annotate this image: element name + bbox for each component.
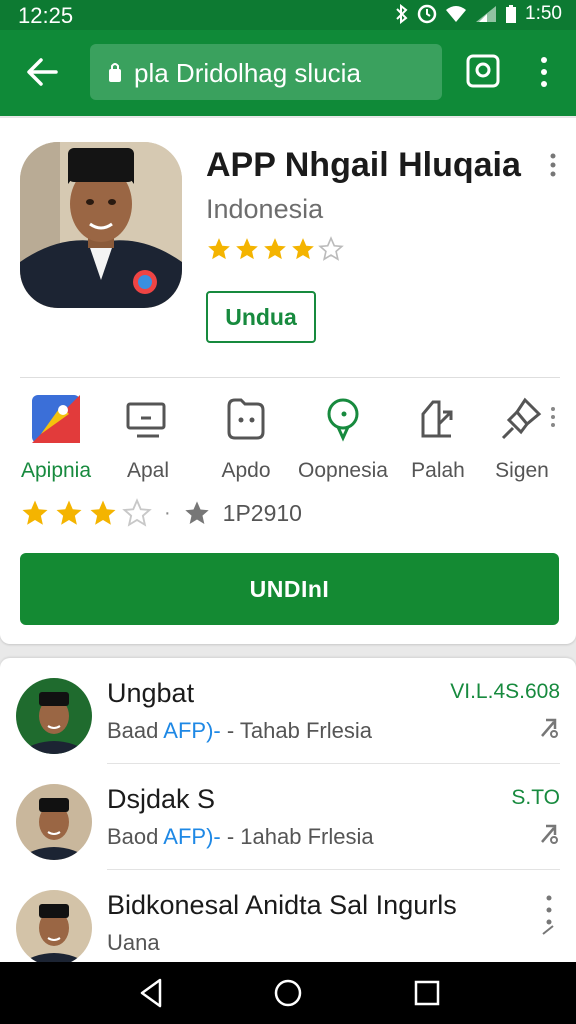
star-filled-icon [56, 500, 82, 525]
chat-bubble-icon [327, 398, 359, 442]
list-item-subtitle: Baad AFP)- - Tahab Frlesia [107, 718, 372, 743]
category-label: Apipnia [20, 459, 92, 482]
navigation-bar [0, 962, 576, 1024]
developer-name[interactable]: Indonesia [206, 194, 323, 225]
list-item-subtitle: Uana [107, 930, 160, 955]
related-apps-list: Ungbat Baad AFP)- - Tahab Frlesia VI.L.4… [0, 658, 576, 968]
back-arrow-icon[interactable] [22, 52, 62, 92]
alarm-icon [417, 4, 437, 24]
pin-icon [501, 397, 542, 440]
list-item-tag: AFP)- [163, 718, 221, 743]
overflow-menu-icon[interactable] [532, 54, 556, 90]
category-more-icon[interactable] [550, 406, 556, 428]
category-row: Apipnia Apal Apdo Oopnesia Palah Sigen [0, 394, 576, 484]
wifi-icon [446, 6, 467, 22]
category-apipnia[interactable]: Apipnia [8, 394, 104, 483]
share-doc-icon [421, 400, 453, 438]
list-item[interactable]: Bidkonesal Anidta Sal Ingurls Uana [0, 870, 576, 976]
star-filled-icon [292, 238, 314, 260]
list-item-title: Ungbat [107, 678, 195, 708]
rating-count: 1P2910 [222, 499, 302, 526]
category-label: Sigen [495, 459, 549, 482]
star-empty-icon [122, 498, 152, 527]
status-time: 12:25 [18, 3, 74, 28]
card-more-icon[interactable] [548, 152, 558, 178]
list-item-tag: AFP)- [163, 824, 221, 849]
nav-home-icon[interactable] [271, 976, 305, 1010]
share-icon[interactable] [538, 714, 560, 740]
category-label: Oopnesia [298, 459, 388, 482]
app-rating-stars [206, 236, 344, 262]
nav-back-icon[interactable] [134, 976, 168, 1010]
status-bar: 12:25 1:50 [0, 0, 576, 30]
install-button[interactable]: UNDInI [20, 553, 559, 625]
category-palah[interactable]: Palah [390, 394, 486, 483]
lock-icon [109, 63, 121, 82]
list-item-price: S.TO [511, 786, 560, 809]
avatar [16, 784, 92, 860]
monitor-icon [126, 402, 166, 438]
rating-row: · 1P2910 [20, 498, 302, 528]
star-empty-icon [318, 236, 344, 261]
list-item-title: Dsjdak S [107, 784, 216, 814]
category-oopnesia[interactable]: Oopnesia [295, 394, 391, 483]
list-item-title: Bidkonesal Anidta Sal Ingurls [107, 890, 457, 920]
bluetooth-icon [396, 4, 408, 24]
category-label: Palah [411, 459, 465, 482]
category-apal[interactable]: Apal [100, 394, 196, 483]
tablet-icon [227, 398, 265, 440]
portrait-image [20, 142, 182, 308]
more-icon[interactable] [538, 892, 560, 936]
app-details-card: APP Nhgail Hluqaia Indonesia Undua Apipn… [0, 118, 576, 644]
star-filled-icon [22, 500, 48, 525]
star-gray-icon [185, 501, 209, 524]
divider [20, 377, 560, 378]
signal-icon [476, 6, 497, 22]
battery-icon [506, 5, 517, 23]
app-title: APP Nhgail Hluqaia [206, 146, 521, 184]
separator-dot: · [164, 501, 171, 524]
list-item-price: VI.L.4S.608 [450, 680, 560, 703]
status-icons: 1:50 [395, 3, 562, 25]
avatar [16, 890, 92, 966]
category-apdo[interactable]: Apdo [198, 394, 294, 483]
app-icon[interactable] [20, 142, 182, 308]
nav-recents-icon[interactable] [410, 976, 444, 1010]
list-item[interactable]: Dsjdak S Baod AFP)- - 1ahab Frlesia S.TO [0, 764, 576, 870]
address-text: pla Dridolhag slucia [134, 58, 361, 88]
address-bar[interactable]: pla Dridolhag slucia [90, 44, 442, 100]
list-item[interactable]: Ungbat Baad AFP)- - Tahab Frlesia VI.L.4… [0, 658, 576, 764]
avatar [16, 678, 92, 754]
status-time-secondary: 1:50 [525, 3, 562, 24]
star-filled-icon [90, 500, 116, 525]
star-filled-icon [264, 238, 286, 260]
share-icon[interactable] [538, 820, 560, 846]
star-filled-icon [208, 238, 230, 260]
app-logo-icon [32, 395, 80, 443]
list-item-subtitle: Baod AFP)- - 1ahab Frlesia [107, 824, 374, 849]
app-bar: pla Dridolhag slucia [0, 30, 576, 116]
star-filled-icon [236, 238, 258, 260]
category-label: Apal [126, 459, 170, 482]
tab-switcher-icon[interactable] [466, 54, 500, 88]
category-label: Apdo [221, 459, 271, 482]
install-outline-button[interactable]: Undua [206, 291, 316, 343]
